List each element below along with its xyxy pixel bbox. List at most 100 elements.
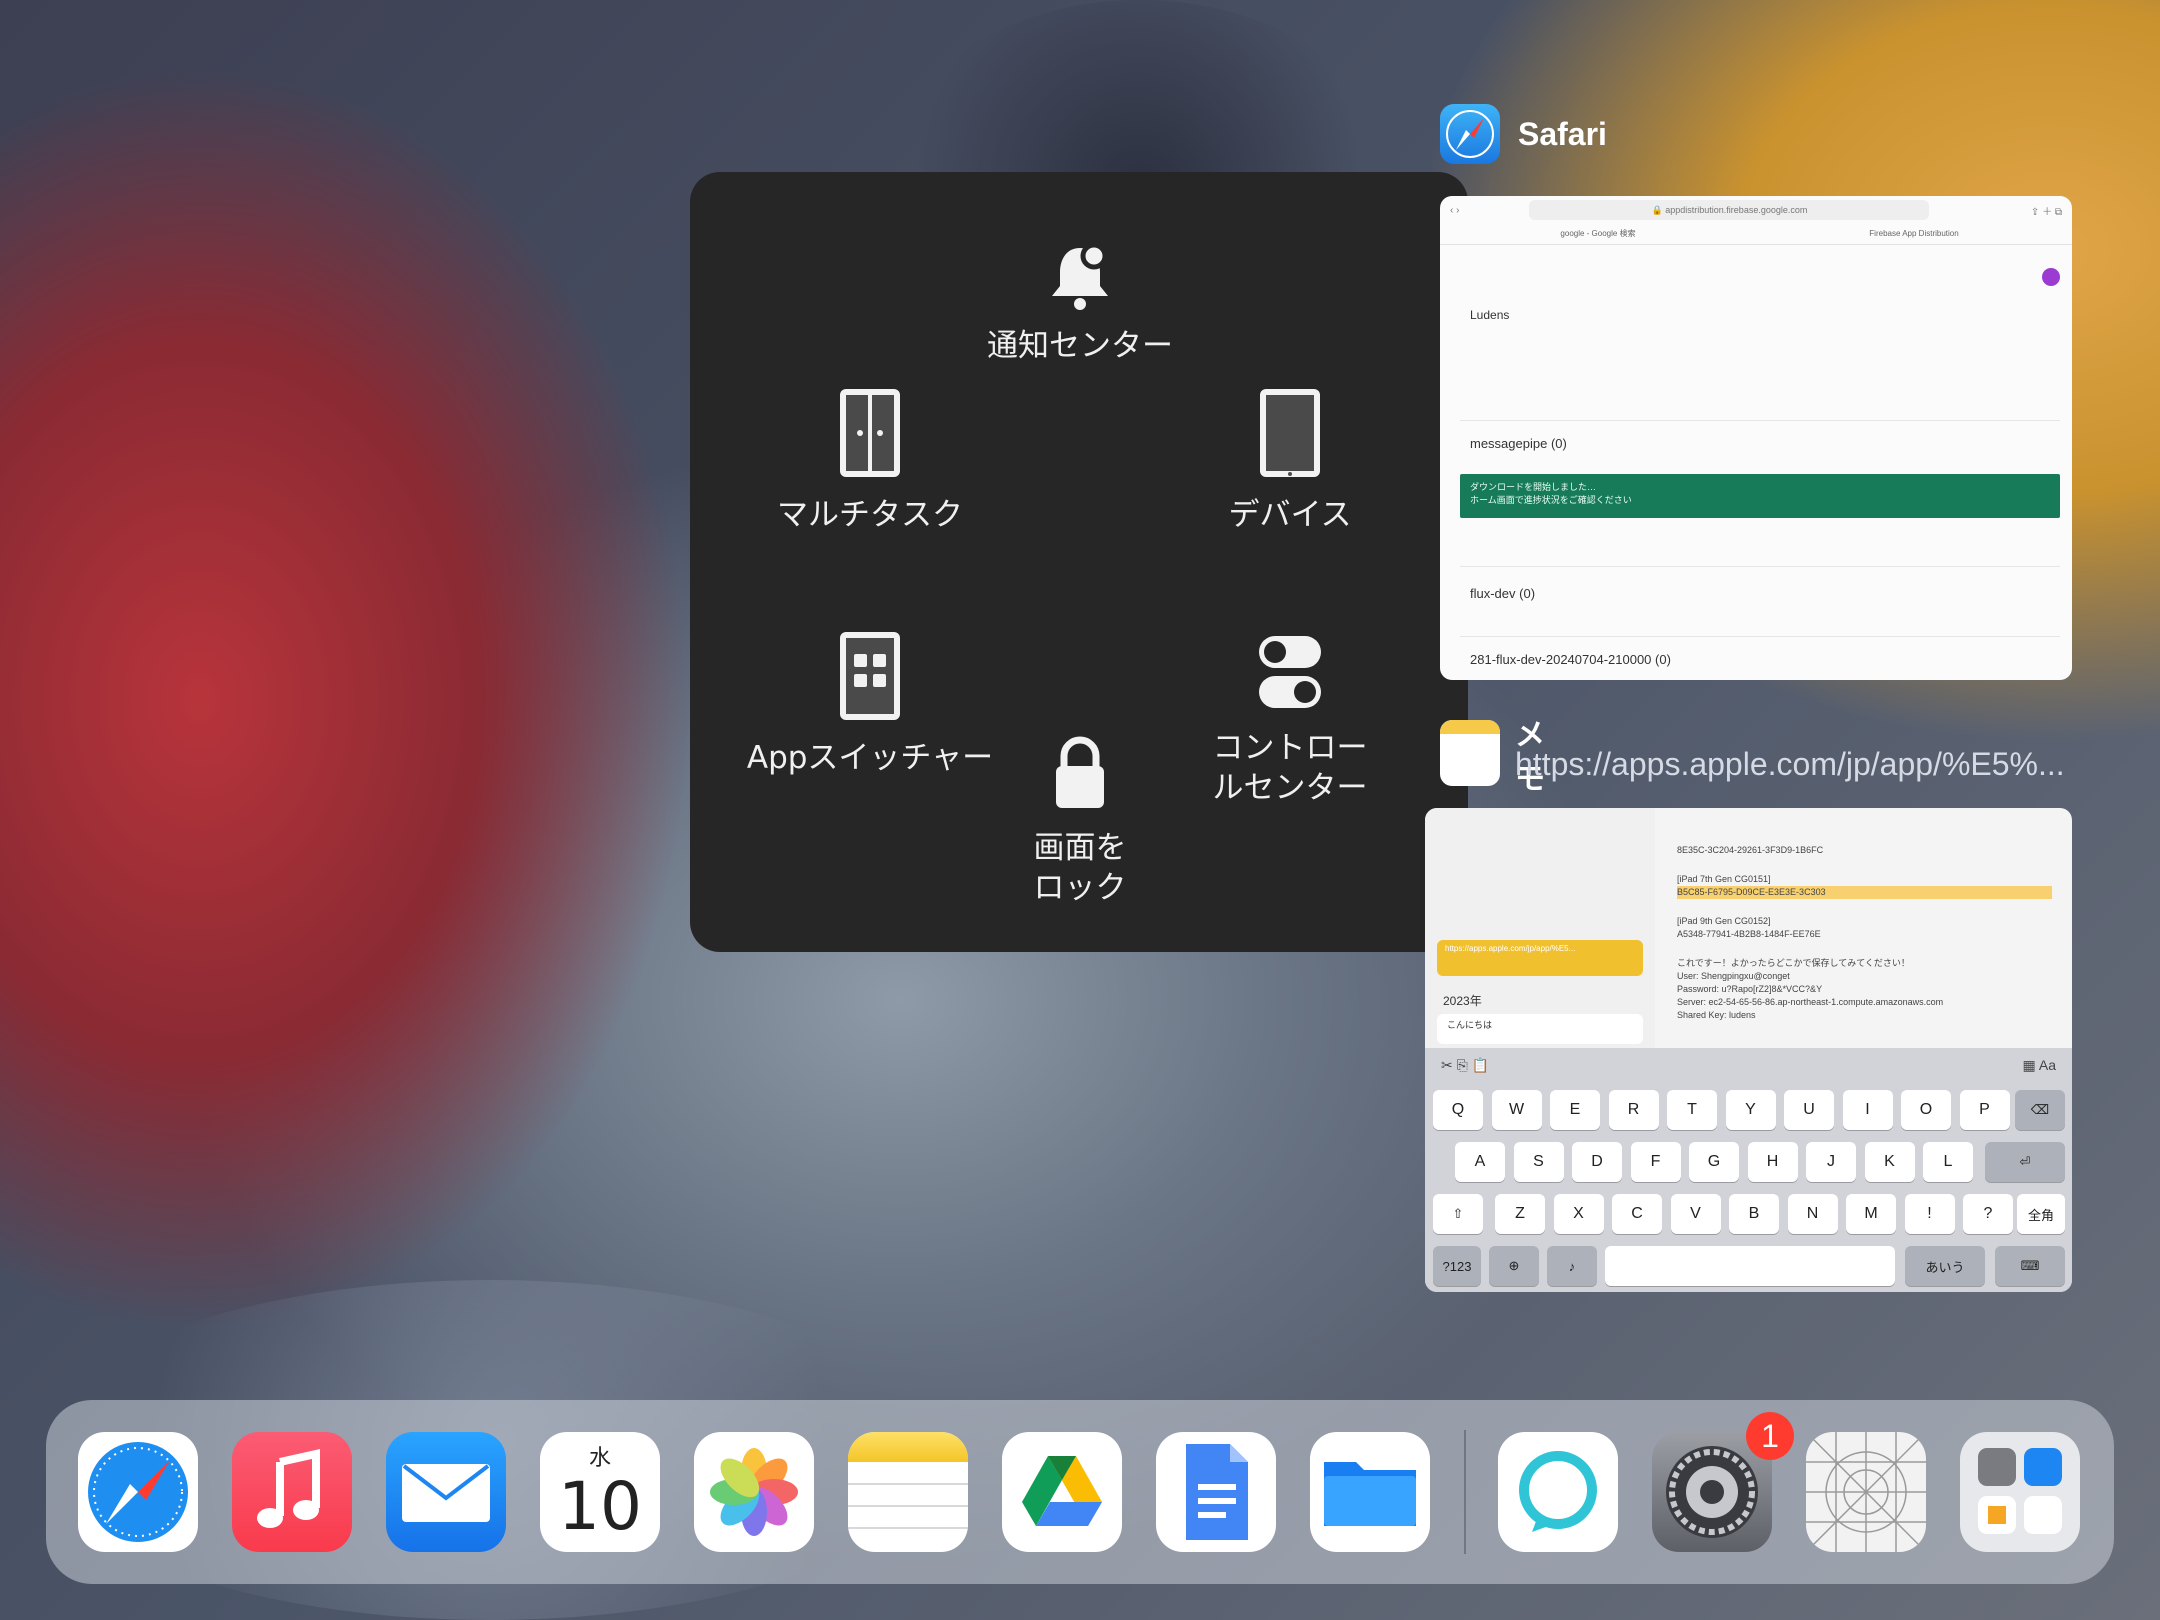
key-kana[interactable]: あいう (1905, 1246, 1985, 1286)
safari-url: appdistribution.firebase.google.com (1665, 205, 1808, 215)
menu-control-center[interactable]: コントロー ルセンター (1170, 634, 1410, 808)
app-switcher-icon (840, 632, 900, 720)
firebase-app-name: Ludens (1470, 308, 1510, 322)
key-m[interactable]: M (1846, 1194, 1896, 1234)
safari-app-card[interactable]: ‹ › 🔒 appdistribution.firebase.google.co… (1440, 196, 2072, 680)
key-b[interactable]: B (1729, 1194, 1779, 1234)
multitask-label: マルチタスク (777, 497, 963, 533)
key-h[interactable]: H (1747, 1142, 1798, 1182)
lock-icon (1056, 736, 1104, 808)
safari-tab-google: google - Google 検索 (1560, 229, 1636, 238)
key-n[interactable]: N (1787, 1194, 1838, 1234)
home-mini-icon (1978, 1496, 2016, 1534)
key-z[interactable]: Z (1495, 1194, 1545, 1234)
notification-center-label: 通知センター (987, 328, 1173, 364)
bell-icon (1052, 242, 1108, 310)
settings-notification-badge: 1 (1746, 1412, 1794, 1460)
key-return[interactable]: ⏎ (1985, 1142, 2065, 1182)
key-o[interactable]: O (1901, 1090, 1951, 1130)
dock-photos[interactable] (694, 1432, 814, 1552)
notes-header-icon (848, 1432, 968, 1462)
release-row-messagepipe: messagepipe (0) (1470, 436, 1567, 451)
key-k[interactable]: K (1864, 1142, 1915, 1182)
back-icon: ‹ › (1450, 204, 1460, 216)
memo-line: 8E35C-3C204-29261-3F3D9-1B6FC (1677, 845, 1824, 855)
divider (1460, 420, 2060, 421)
memo-selected-note: https://apps.apple.com/jp/app/%E5... (1437, 940, 1643, 976)
dock: 水 10 1 (46, 1400, 2114, 1584)
key-numbers[interactable]: ?123 (1433, 1246, 1481, 1286)
menu-multitask[interactable]: マルチタスク (750, 387, 990, 535)
key-y[interactable]: Y (1725, 1090, 1776, 1130)
folder-icon (1324, 1462, 1416, 1526)
key-dictation[interactable]: ♪ (1547, 1246, 1597, 1286)
key-globe[interactable]: ⊕ (1489, 1246, 1539, 1286)
cut-copy-paste-icons: ✂ ⎘ 📋 (1441, 1056, 1490, 1073)
key-?[interactable]: ? (1963, 1194, 2013, 1234)
key-x[interactable]: X (1553, 1194, 1604, 1234)
menu-notification-center[interactable]: 通知センター (980, 242, 1180, 366)
menu-device[interactable]: デバイス (1190, 387, 1390, 535)
key-![interactable]: ! (1904, 1194, 1955, 1234)
assistive-touch-menu: 通知センター マルチタスク デバイス Appスイッチャー 画面を ロック コント… (690, 172, 1468, 952)
dock-calendar[interactable]: 水 10 (540, 1432, 660, 1552)
key-p[interactable]: P (1959, 1090, 2010, 1130)
menu-app-switcher[interactable]: Appスイッチャー (730, 630, 1010, 778)
key-t[interactable]: T (1667, 1090, 1717, 1130)
memo-line: Password: u?Rapo[rZ2]8&*VCC?&Y (1677, 984, 1823, 994)
lock-screen-label: 画面を ロック (1033, 830, 1127, 906)
memo-year-header: 2023年 (1443, 994, 1482, 1008)
memo-line: Shared Key: ludens (1677, 1010, 1756, 1020)
notice-line1: ダウンロードを開始しました… (1470, 482, 1597, 492)
multitask-icon (840, 389, 900, 477)
release-row-flux-dev: flux-dev (0) (1470, 586, 1536, 601)
safari-url-bar: 🔒 appdistribution.firebase.google.com (1529, 200, 1930, 220)
mail-mini-icon (2024, 1448, 2062, 1486)
memo-app-card[interactable]: https://apps.apple.com/jp/app/%E5... 202… (1425, 808, 2072, 1292)
memo-note-body: 8E35C-3C204-29261-3F3D9-1B6FC [iPad 7th … (1677, 844, 2052, 1022)
key-d[interactable]: D (1572, 1142, 1622, 1182)
key-delete[interactable]: ⌫ (2015, 1090, 2065, 1130)
dock-placeholder-app[interactable] (1806, 1432, 1926, 1552)
dock-music[interactable] (232, 1432, 352, 1552)
dock-files[interactable] (1310, 1432, 1430, 1552)
key-zenkaku[interactable]: 全角 (2017, 1194, 2065, 1234)
key-c[interactable]: C (1612, 1194, 1662, 1234)
dock-recent-apps-folder[interactable] (1960, 1432, 2080, 1552)
memo-line: これですー！よかったらどこかで保存してみてください！ (1677, 958, 1910, 968)
key-j[interactable]: J (1806, 1142, 1856, 1182)
key-shift[interactable]: ⇧ (1433, 1194, 1483, 1234)
safari-toolbar: ‹ › 🔒 appdistribution.firebase.google.co… (1440, 196, 2072, 224)
key-r[interactable]: R (1608, 1090, 1659, 1130)
memo-line: Server: ec2-54-65-56-86.ap-northeast-1.c… (1677, 997, 1944, 1007)
table-format-icons: ▦ Aa (2022, 1056, 2056, 1073)
key-s[interactable]: S (1513, 1142, 1564, 1182)
key-a[interactable]: A (1455, 1142, 1505, 1182)
safari-compass-icon (88, 1442, 188, 1542)
dock-safari[interactable] (78, 1432, 198, 1552)
dock-mail[interactable] (386, 1432, 506, 1552)
key-w[interactable]: W (1491, 1090, 1542, 1130)
memo-line: User: Shengpingxu@conget (1677, 971, 1790, 981)
key-v[interactable]: V (1670, 1194, 1721, 1234)
key-q[interactable]: Q (1433, 1090, 1483, 1130)
dock-notes[interactable] (848, 1432, 968, 1552)
key-e[interactable]: E (1550, 1090, 1600, 1130)
dock-alexa[interactable] (1498, 1432, 1618, 1552)
download-notice-banner: ダウンロードを開始しました… ホーム画面で進捗状況をご確認ください (1460, 474, 2060, 518)
divider (1460, 566, 2060, 567)
key-space[interactable] (1605, 1246, 1895, 1286)
ipad-device-icon (1260, 389, 1320, 477)
menu-lock-screen[interactable]: 画面を ロック (980, 734, 1180, 908)
memo-line: [iPad 7th Gen CG0151] (1677, 874, 1771, 884)
dock-google-drive[interactable] (1002, 1432, 1122, 1552)
key-u[interactable]: U (1784, 1090, 1834, 1130)
key-f[interactable]: F (1630, 1142, 1681, 1182)
key-g[interactable]: G (1689, 1142, 1739, 1182)
key-l[interactable]: L (1923, 1142, 1973, 1182)
envelope-icon (402, 1464, 490, 1522)
dock-google-docs[interactable] (1156, 1432, 1276, 1552)
key-hide-keyboard[interactable]: ⌨ (1995, 1246, 2065, 1286)
memo-sidebar: https://apps.apple.com/jp/app/%E5... 202… (1425, 808, 1655, 1048)
key-i[interactable]: I (1842, 1090, 1893, 1130)
